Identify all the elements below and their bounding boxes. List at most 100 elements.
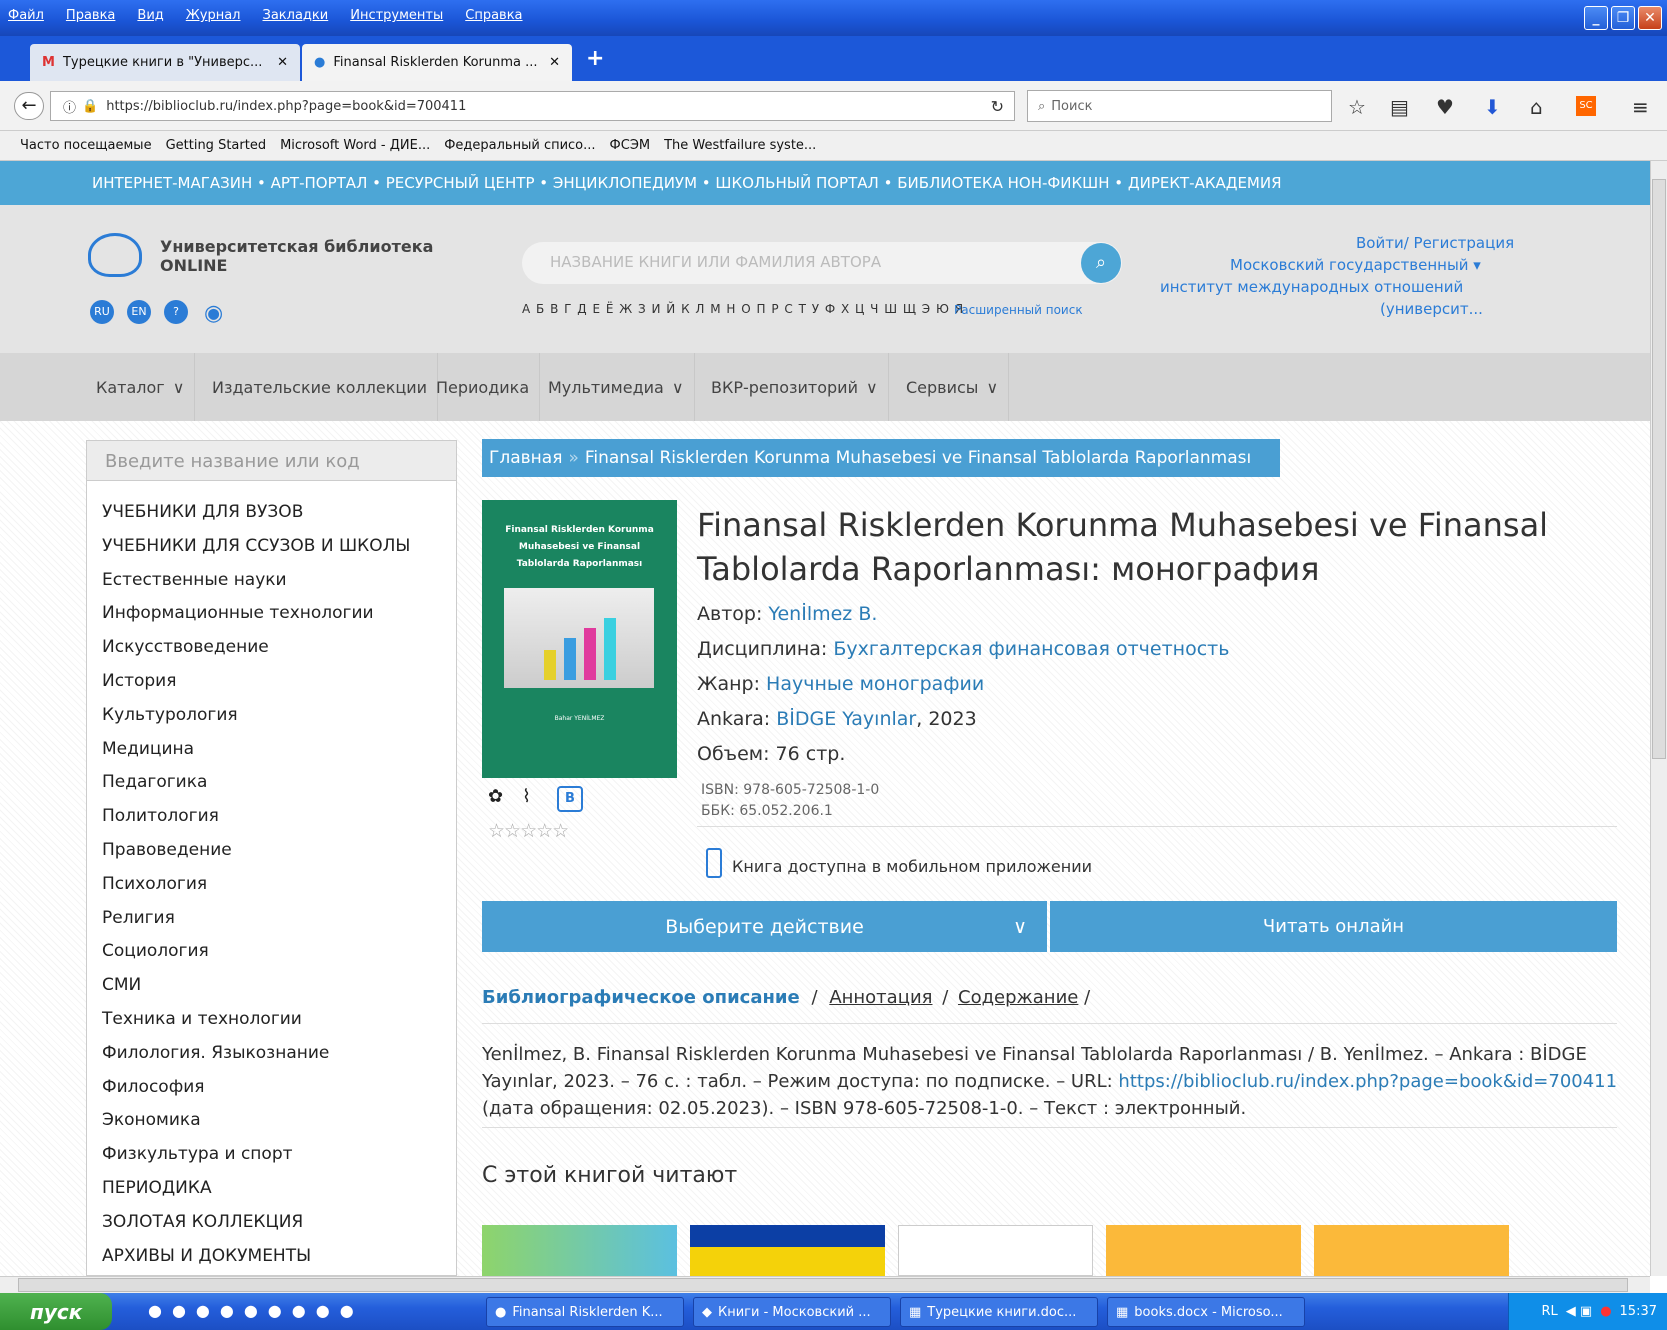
select-action-dropdown[interactable]: Выберите действие ∨	[482, 901, 1047, 952]
bookmark-most-visited[interactable]: Часто посещаемые	[20, 138, 152, 153]
menu-view[interactable]: Вид	[137, 8, 163, 23]
category-item[interactable]: История	[87, 665, 456, 699]
discipline-link[interactable]: Бухгалтерская финансовая отчетность	[833, 638, 1229, 660]
language-indicator[interactable]: RL	[1541, 1304, 1557, 1319]
tab-finansal[interactable]: ● Finansal Risklerden Korunma ... ✕	[302, 44, 572, 81]
download-icon[interactable]: ⬇	[1484, 95, 1501, 119]
related-book-cover[interactable]	[690, 1225, 885, 1276]
horizontal-scrollbar[interactable]	[0, 1276, 1650, 1293]
menu-file[interactable]: Файл	[8, 8, 44, 23]
taskbar-item-books[interactable]: ◆ Книги - Московский ...	[693, 1297, 891, 1327]
menu-bookmarks[interactable]: Закладки	[263, 8, 329, 23]
rating-stars[interactable]: ☆☆☆☆☆	[488, 820, 569, 842]
category-item[interactable]: Политология	[87, 800, 456, 834]
share-icon[interactable]: ✿	[488, 786, 503, 807]
alert-icon[interactable]: ●	[1600, 1304, 1611, 1319]
category-item[interactable]: УЧЕБНИКИ ДЛЯ ВУЗОВ	[87, 496, 456, 530]
tab-annotation[interactable]: Аннотация	[829, 987, 932, 1008]
related-book-cover[interactable]	[1314, 1225, 1509, 1276]
new-tab-button[interactable]: +	[586, 46, 604, 71]
category-item[interactable]: Психология	[87, 868, 456, 902]
hamburger-menu-icon[interactable]: ≡	[1632, 95, 1649, 119]
category-item[interactable]: Экономика	[87, 1104, 456, 1138]
logo-title[interactable]: Университетская библиотека	[160, 237, 433, 256]
category-item[interactable]: Естественные науки	[87, 564, 456, 598]
extension-icon[interactable]: SC	[1576, 96, 1596, 116]
taskbar-item-firefox[interactable]: ● Finansal Risklerden K...	[486, 1297, 684, 1327]
tab-contents[interactable]: Содержание	[958, 987, 1078, 1008]
category-item[interactable]: УЧЕБНИКИ ДЛЯ ССУЗОВ И ШКОЛЫ	[87, 530, 456, 564]
alphabet-index[interactable]: А Б В Г Д Е Ё Ж З И Й К Л М Н О П Р С Т …	[522, 302, 964, 316]
vertical-scrollbar[interactable]	[1650, 161, 1667, 1276]
menu-publisher-collections[interactable]: Издательские коллекции	[202, 353, 439, 421]
info-icon[interactable]: ⓘ	[63, 97, 76, 116]
related-book-cover[interactable]	[482, 1225, 677, 1276]
category-item[interactable]: Физкультура и спорт	[87, 1138, 456, 1172]
bookmark-federal[interactable]: Федеральный списо...	[444, 138, 595, 153]
help-button[interactable]: ?	[164, 300, 188, 324]
category-item[interactable]: Философия	[87, 1071, 456, 1105]
publisher-link[interactable]: BİDGE Yayınlar	[776, 708, 916, 730]
organization-selector[interactable]: Московский государственный ▾	[1230, 256, 1481, 274]
related-book-cover[interactable]	[898, 1225, 1093, 1276]
vk-icon[interactable]: B	[557, 786, 583, 812]
scrollbar-thumb[interactable]	[18, 1278, 1628, 1292]
scrollbar-thumb[interactable]	[1652, 179, 1666, 759]
lang-en-button[interactable]: EN	[127, 300, 151, 324]
reload-icon[interactable]: ↻	[991, 97, 1004, 116]
category-item[interactable]: Правоведение	[87, 834, 456, 868]
category-item[interactable]: ЗОЛОТАЯ КОЛЛЕКЦИЯ	[87, 1206, 456, 1240]
close-tab-icon[interactable]: ✕	[277, 55, 288, 70]
tab-bibliographic[interactable]: Библиографическое описание	[482, 987, 800, 1008]
login-link[interactable]: Войти/ Регистрация	[1356, 234, 1514, 252]
menu-history[interactable]: Журнал	[186, 8, 241, 23]
author-link[interactable]: Yenİlmez B.	[768, 603, 877, 625]
bookmark-star-icon[interactable]: ☆	[1348, 95, 1366, 119]
home-icon[interactable]: ⌂	[1530, 95, 1543, 119]
menu-help[interactable]: Справка	[465, 8, 522, 23]
library-logo-icon[interactable]	[88, 233, 142, 277]
category-item[interactable]: АРХИВЫ И ДОКУМЕНТЫ	[87, 1240, 456, 1274]
quick-launch-icons[interactable]: ●●●●●●●●●	[148, 1301, 364, 1320]
category-item[interactable]: Религия	[87, 902, 456, 936]
advanced-search-link[interactable]: Расширенный поиск	[954, 303, 1083, 317]
lang-ru-button[interactable]: RU	[90, 300, 114, 324]
breadcrumb-home[interactable]: Главная	[489, 448, 562, 468]
category-item[interactable]: Медицина	[87, 733, 456, 767]
menu-multimedia[interactable]: Мультимедиа ∨	[538, 353, 695, 421]
eye-accessibility-icon[interactable]: ◉	[204, 301, 223, 326]
bookmark-getting-started[interactable]: Getting Started	[166, 138, 267, 153]
attach-icon[interactable]: ⌇	[522, 786, 531, 807]
top-nav-links[interactable]: ИНТЕРНЕТ-МАГАЗИН • АРТ-ПОРТАЛ • РЕСУРСНЫ…	[92, 174, 1282, 192]
sidebar-search-input[interactable]: Введите название или код	[87, 441, 456, 481]
book-cover[interactable]: Finansal Risklerden Korunma Muhasebesi v…	[482, 500, 677, 778]
bookmark-fsem[interactable]: ФСЭМ	[610, 138, 651, 153]
close-tab-icon[interactable]: ✕	[549, 55, 560, 70]
search-button[interactable]: ⌕	[1081, 243, 1121, 283]
category-item[interactable]: СМИ	[87, 969, 456, 1003]
read-online-button[interactable]: Читать онлайн	[1050, 901, 1617, 952]
restore-button[interactable]: ❐	[1611, 6, 1635, 30]
tab-turkish-books[interactable]: M Турецкие книги в "Универс... ✕	[30, 44, 300, 81]
menu-tools[interactable]: Инструменты	[350, 8, 443, 23]
pocket-icon[interactable]: ♥	[1436, 95, 1454, 119]
menu-services[interactable]: Сервисы ∨	[896, 353, 1010, 421]
site-search-input[interactable]: НАЗВАНИЕ КНИГИ ИЛИ ФАМИЛИЯ АВТОРА	[522, 242, 1122, 284]
url-bar[interactable]: ⓘ 🔒 https://biblioclub.ru/index.php?page…	[50, 91, 1015, 121]
category-item[interactable]: Филология. Языкознание	[87, 1037, 456, 1071]
category-item[interactable]: Социология	[87, 935, 456, 969]
menu-vkr-repository[interactable]: ВКР-репозиторий ∨	[701, 353, 889, 421]
related-book-cover[interactable]	[1106, 1225, 1301, 1276]
back-button[interactable]: ←	[14, 92, 44, 120]
minimize-button[interactable]: _	[1584, 6, 1608, 30]
taskbar-item-word2[interactable]: ▦ books.docx - Microso...	[1107, 1297, 1305, 1327]
menu-periodicals[interactable]: Периодика	[426, 353, 541, 421]
category-item[interactable]: Педагогика	[87, 766, 456, 800]
start-button[interactable]: пуск	[0, 1293, 112, 1330]
reading-list-icon[interactable]: ▤	[1390, 95, 1409, 119]
category-item[interactable]: Культурология	[87, 699, 456, 733]
bookmark-westfailure[interactable]: The Westfailure syste...	[664, 138, 816, 153]
menu-edit[interactable]: Правка	[66, 8, 115, 23]
bookmark-word[interactable]: Microsoft Word - ДИЕ...	[280, 138, 430, 153]
category-item[interactable]: Информационные технологии	[87, 597, 456, 631]
